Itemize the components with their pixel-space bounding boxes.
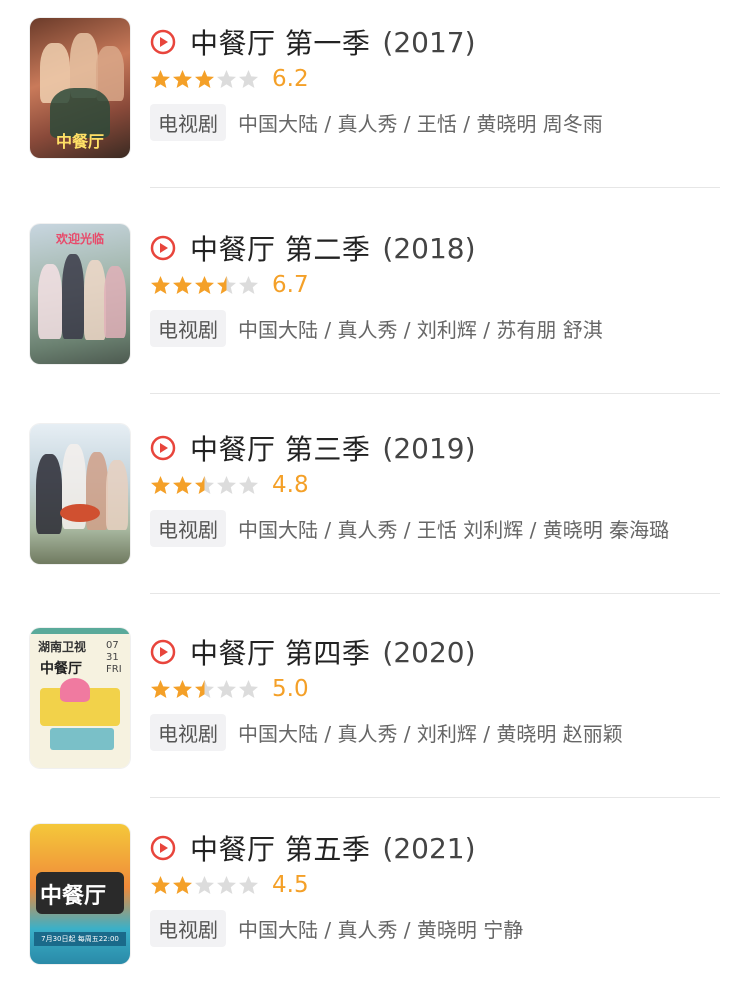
meta-row: 电视剧 中国大陆 / 真人秀 / 王恬 / 黄晓明 周冬雨 [150, 103, 603, 141]
meta-row: 电视剧 中国大陆 / 真人秀 / 王恬 刘利辉 / 黄晓明 秦海璐 [150, 509, 670, 547]
star-half-icon [195, 679, 214, 698]
show-title[interactable]: 中餐厅 第五季 [190, 828, 370, 868]
show-year: (2018) [382, 231, 476, 265]
title-row: 中餐厅 第五季 (2021) [150, 828, 476, 868]
poster-logo: 中餐厅 [40, 661, 82, 677]
star-full-icon [151, 875, 170, 894]
star-full-icon [151, 475, 170, 494]
title-row: 中餐厅 第三季 (2019) [150, 428, 476, 468]
list-item[interactable]: 中餐厅 中餐厅 第一季 (2017) 6.2 电视剧 中国大陆 / 真人秀 / … [0, 0, 750, 200]
show-year: (2020) [382, 635, 476, 669]
show-year: (2021) [382, 831, 476, 865]
meta-row: 电视剧 中国大陆 / 真人秀 / 刘利辉 / 苏有朋 舒淇 [150, 309, 603, 347]
category-tag: 电视剧 [150, 509, 226, 547]
star-full-icon [173, 275, 192, 294]
star-rating [150, 875, 260, 896]
star-empty-icon [239, 275, 258, 294]
rating-row: 6.7 [150, 270, 309, 300]
play-icon[interactable] [150, 29, 176, 55]
star-empty-icon [239, 679, 258, 698]
list-item[interactable]: 中餐厅 7月30日起 每周五22:00 中餐厅 第五季 (2021) 4.5 电… [0, 806, 750, 984]
meta-info: 中国大陆 / 真人秀 / 刘利辉 / 苏有朋 舒淇 [238, 317, 603, 342]
star-empty-icon [217, 475, 236, 494]
meta-row: 电视剧 中国大陆 / 真人秀 / 黄晓明 宁静 [150, 909, 524, 947]
poster-schedule: 7月30日起 每周五22:00 [34, 932, 126, 946]
show-title[interactable]: 中餐厅 第四季 [190, 632, 370, 672]
category-tag: 电视剧 [150, 713, 226, 751]
divider [150, 393, 720, 394]
star-empty-icon [217, 875, 236, 894]
show-year: (2019) [382, 431, 476, 465]
star-half-icon [217, 275, 236, 294]
rating-score: 6.2 [272, 66, 309, 92]
show-title[interactable]: 中餐厅 第一季 [190, 22, 370, 62]
poster-date: 07 31 FRI [106, 640, 122, 675]
star-half-icon [195, 475, 214, 494]
title-row: 中餐厅 第二季 (2018) [150, 228, 476, 268]
divider [150, 187, 720, 188]
rating-score: 6.7 [272, 272, 309, 298]
show-title[interactable]: 中餐厅 第二季 [190, 228, 370, 268]
category-tag: 电视剧 [150, 909, 226, 947]
star-rating [150, 475, 260, 496]
rating-score: 4.5 [272, 872, 309, 898]
play-icon[interactable] [150, 435, 176, 461]
poster-channel: 湖南卫视 [38, 640, 87, 654]
star-empty-icon [217, 679, 236, 698]
star-full-icon [151, 69, 170, 88]
star-empty-icon [217, 69, 236, 88]
meta-row: 电视剧 中国大陆 / 真人秀 / 刘利辉 / 黄晓明 赵丽颖 [150, 713, 623, 751]
star-empty-icon [239, 875, 258, 894]
category-tag: 电视剧 [150, 103, 226, 141]
poster-image[interactable]: 欢迎光临 [30, 224, 130, 364]
divider [150, 797, 720, 798]
star-rating [150, 679, 260, 700]
title-row: 中餐厅 第一季 (2017) [150, 22, 476, 62]
star-full-icon [173, 679, 192, 698]
play-icon[interactable] [150, 639, 176, 665]
poster-image[interactable]: 湖南卫视 中餐厅 07 31 FRI [30, 628, 130, 768]
rating-score: 5.0 [272, 676, 309, 702]
poster-image[interactable]: 中餐厅 [30, 18, 130, 158]
rating-row: 4.8 [150, 470, 309, 500]
play-icon[interactable] [150, 835, 176, 861]
show-list: 中餐厅 中餐厅 第一季 (2017) 6.2 电视剧 中国大陆 / 真人秀 / … [0, 0, 750, 984]
star-full-icon [173, 69, 192, 88]
list-item[interactable]: 欢迎光临 中餐厅 第二季 (2018) 6.7 电视剧 中国大陆 / 真人秀 /… [0, 206, 750, 406]
category-tag: 电视剧 [150, 309, 226, 347]
rating-row: 6.2 [150, 64, 309, 94]
play-icon[interactable] [150, 235, 176, 261]
star-full-icon [151, 275, 170, 294]
star-rating [150, 69, 260, 90]
meta-info: 中国大陆 / 真人秀 / 王恬 刘利辉 / 黄晓明 秦海璐 [238, 517, 670, 542]
list-item[interactable]: 湖南卫视 中餐厅 07 31 FRI 中餐厅 第四季 (2020) 5.0 电视… [0, 610, 750, 810]
meta-info: 中国大陆 / 真人秀 / 黄晓明 宁静 [238, 917, 524, 942]
star-empty-icon [195, 875, 214, 894]
poster-image[interactable]: 中餐厅 7月30日起 每周五22:00 [30, 824, 130, 964]
title-row: 中餐厅 第四季 (2020) [150, 632, 476, 672]
list-item[interactable]: 中餐厅 第三季 (2019) 4.8 电视剧 中国大陆 / 真人秀 / 王恬 刘… [0, 406, 750, 606]
star-full-icon [151, 679, 170, 698]
star-full-icon [195, 275, 214, 294]
show-title[interactable]: 中餐厅 第三季 [190, 428, 370, 468]
star-empty-icon [239, 69, 258, 88]
rating-score: 4.8 [272, 472, 309, 498]
poster-image[interactable] [30, 424, 130, 564]
star-empty-icon [239, 475, 258, 494]
star-full-icon [173, 475, 192, 494]
rating-row: 4.5 [150, 870, 309, 900]
star-rating [150, 275, 260, 296]
divider [150, 593, 720, 594]
show-year: (2017) [382, 25, 476, 59]
rating-row: 5.0 [150, 674, 309, 704]
meta-info: 中国大陆 / 真人秀 / 王恬 / 黄晓明 周冬雨 [238, 111, 603, 136]
poster-logo: 中餐厅 [40, 884, 107, 909]
star-full-icon [195, 69, 214, 88]
meta-info: 中国大陆 / 真人秀 / 刘利辉 / 黄晓明 赵丽颖 [238, 721, 623, 746]
star-full-icon [173, 875, 192, 894]
